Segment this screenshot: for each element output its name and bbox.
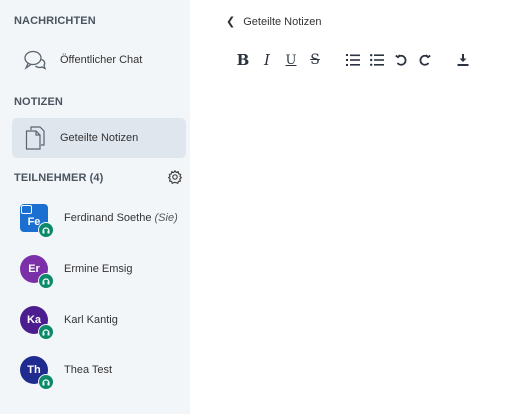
participant-row[interactable]: Th Thea Test (20, 352, 190, 390)
notes-document-icon (22, 126, 48, 150)
chat-bubbles-icon (22, 49, 48, 71)
public-chat-label: Öffentlicher Chat (60, 54, 143, 66)
underline-button[interactable]: U (280, 50, 302, 70)
participant-row[interactable]: Fe Ferdinand Soethe (Sie) (20, 200, 190, 238)
strikethrough-button[interactable]: S (304, 50, 326, 70)
bullet-list-icon[interactable] (366, 50, 388, 70)
chevron-left-icon: ❮ (226, 16, 236, 28)
shared-notes-item[interactable]: Geteilte Notizen (12, 118, 186, 158)
microphone-icon (38, 374, 54, 390)
download-icon[interactable] (452, 50, 474, 70)
microphone-icon (38, 222, 54, 238)
participant-row[interactable]: Ka Karl Kantig (20, 302, 190, 340)
shared-notes-panel: ❮ Geteilte Notizen B I U S (190, 0, 523, 414)
participant-name: Ermine Emsig (64, 263, 133, 275)
messages-section-title: NACHRICHTEN (14, 15, 96, 27)
undo-icon[interactable] (390, 50, 412, 70)
bold-button[interactable]: B (232, 50, 254, 70)
participant-row[interactable]: Er Ermine Emsig (20, 251, 190, 289)
shared-notes-label: Geteilte Notizen (60, 132, 139, 144)
avatar: Er (20, 255, 54, 289)
avatar-initials: Er (28, 263, 40, 275)
participants-section-title: TEILNEHMER (4) (14, 172, 104, 184)
avatar: Fe (20, 204, 54, 238)
gear-icon[interactable] (167, 169, 183, 189)
participant-name: Karl Kantig (64, 314, 118, 326)
microphone-icon (38, 324, 54, 340)
presenter-icon (21, 205, 32, 214)
editor-toolbar: B I U S (232, 50, 476, 70)
ordered-list-icon[interactable] (342, 50, 364, 70)
public-chat-item[interactable]: Öffentlicher Chat (12, 40, 186, 80)
sidebar: NACHRICHTEN Öffentlicher Chat NOTIZEN Ge… (0, 0, 190, 414)
avatar: Th (20, 356, 54, 390)
avatar: Ka (20, 306, 54, 340)
redo-icon[interactable] (414, 50, 436, 70)
avatar-initials: Th (27, 364, 41, 376)
italic-button[interactable]: I (256, 50, 278, 70)
back-button[interactable]: ❮ Geteilte Notizen (226, 15, 322, 29)
self-marker: (Sie) (154, 212, 178, 224)
microphone-icon (38, 273, 54, 289)
participant-name: Thea Test (64, 364, 113, 376)
notes-section-title: NOTIZEN (14, 96, 63, 108)
avatar-initials: Ka (26, 314, 42, 326)
panel-title: Geteilte Notizen (243, 15, 322, 28)
participant-name: Ferdinand Soethe (Sie) (64, 212, 178, 224)
